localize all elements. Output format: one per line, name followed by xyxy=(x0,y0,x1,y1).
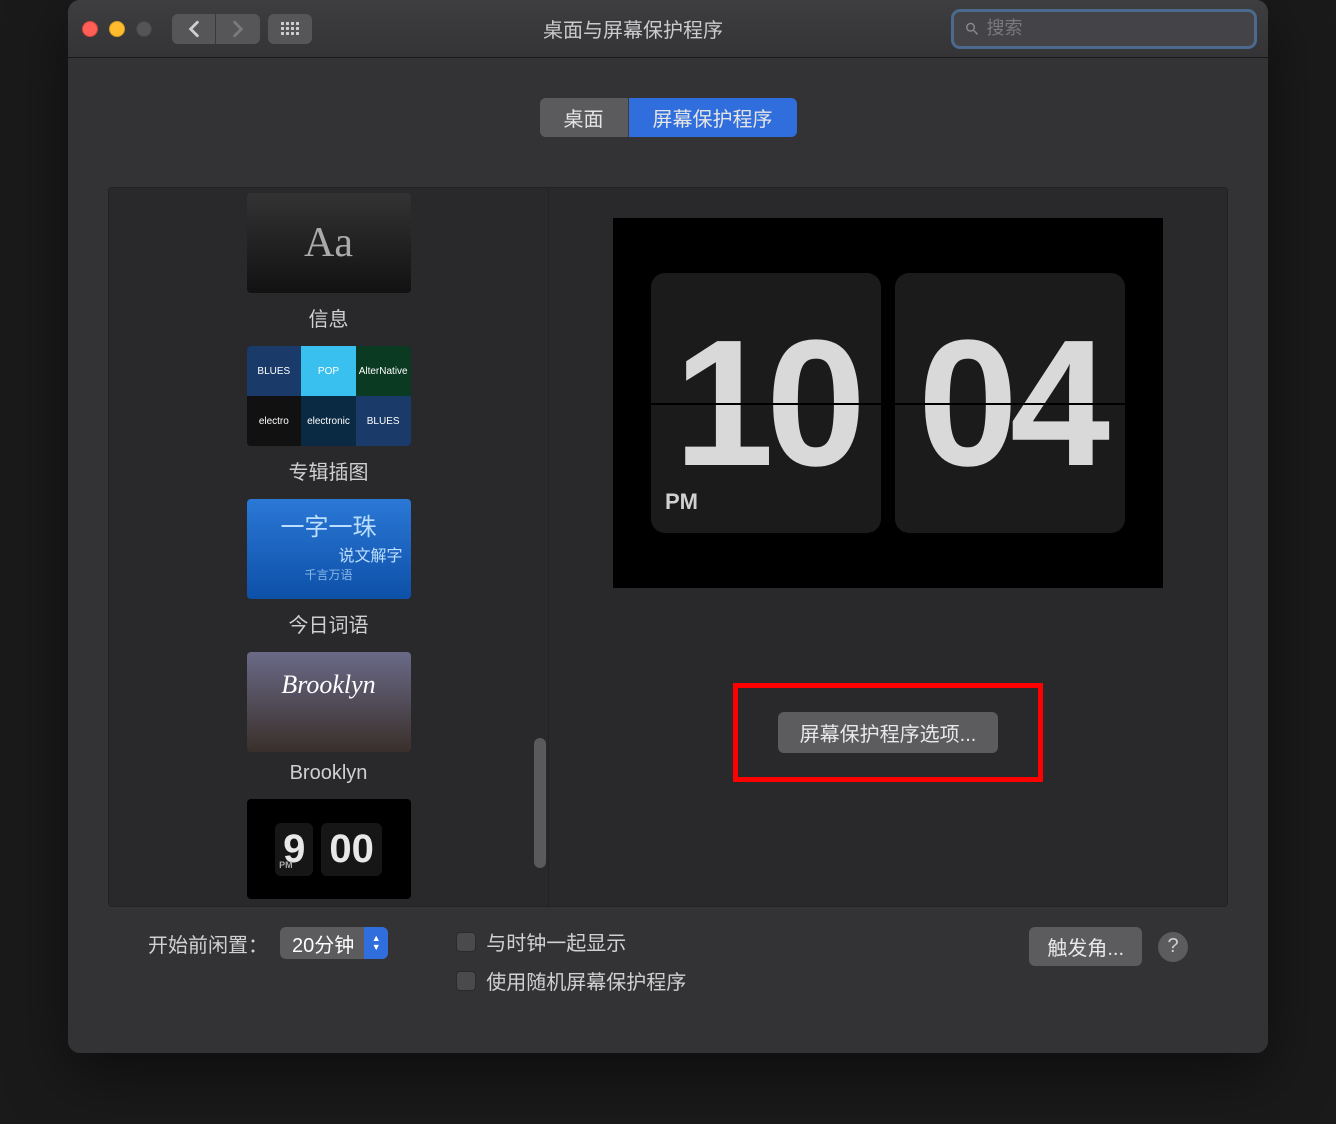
ampm-label: PM xyxy=(665,489,698,515)
list-item[interactable]: Aa 信息 xyxy=(247,193,411,334)
screensaver-list[interactable]: Aa 信息 BLUES POP AlterNative electro elec… xyxy=(109,188,549,906)
list-item-label: 信息 xyxy=(295,301,363,334)
thumbnail-word: 一字一珠 说文解字 千言万语 xyxy=(247,499,411,599)
thumbnail-album: BLUES POP AlterNative electro electronic… xyxy=(247,346,411,446)
list-item[interactable]: 一字一珠 说文解字 千言万语 今日词语 xyxy=(247,499,411,640)
show-all-button[interactable] xyxy=(268,14,312,44)
stepper-arrows-icon: ▲▼ xyxy=(364,927,388,959)
thumbnail-fliqlo: 9 PM 00 xyxy=(247,799,411,899)
list-item[interactable]: 9 PM 00 Fliqlo xyxy=(247,799,411,906)
idle-select[interactable]: 20分钟 ▲▼ xyxy=(280,927,388,959)
minimize-icon[interactable] xyxy=(109,21,125,37)
search-icon xyxy=(964,20,981,38)
screensaver-options-button[interactable]: 屏幕保护程序选项... xyxy=(778,712,999,753)
back-button[interactable] xyxy=(172,14,216,44)
content-area: 桌面 屏幕保护程序 Aa 信息 BLUES POP AlterNative xyxy=(68,58,1268,1053)
flip-clock-hours: 10 PM xyxy=(651,273,881,533)
chevron-right-icon xyxy=(231,20,245,38)
tab-desktop[interactable]: 桌面 xyxy=(540,98,629,137)
search-input[interactable] xyxy=(987,18,1244,39)
list-item[interactable]: BLUES POP AlterNative electro electronic… xyxy=(247,346,411,487)
help-button[interactable]: ? xyxy=(1158,932,1188,962)
idle-value: 20分钟 xyxy=(280,929,364,958)
grid-icon xyxy=(281,22,299,35)
random-checkbox[interactable] xyxy=(456,971,476,991)
flip-clock-minutes: 04 xyxy=(895,273,1125,533)
forward-button xyxy=(216,14,260,44)
options-area: 屏幕保护程序选项... xyxy=(589,588,1187,876)
list-item[interactable]: Brooklyn Brooklyn xyxy=(247,652,411,787)
list-item-label: Brooklyn xyxy=(276,760,382,787)
tab-selector: 桌面 屏幕保护程序 xyxy=(108,98,1228,137)
titlebar: 桌面与屏幕保护程序 xyxy=(68,0,1268,58)
random-row[interactable]: 使用随机屏幕保护程序 xyxy=(456,966,1011,995)
thumbnail-info: Aa xyxy=(247,193,411,293)
nav-buttons xyxy=(172,14,260,44)
thumbnail-brooklyn: Brooklyn xyxy=(247,652,411,752)
screensaver-preview[interactable]: 10 PM 04 xyxy=(613,218,1163,588)
zoom-icon xyxy=(136,21,152,37)
hot-corners-button[interactable]: 触发角... xyxy=(1029,927,1142,966)
tab-screensaver[interactable]: 屏幕保护程序 xyxy=(629,98,797,137)
chevron-left-icon xyxy=(187,20,201,38)
list-item-label: 专辑插图 xyxy=(275,454,383,487)
show-clock-checkbox[interactable] xyxy=(456,932,476,952)
show-clock-label: 与时钟一起显示 xyxy=(486,927,626,956)
list-item-label: 今日词语 xyxy=(275,607,383,640)
window-title: 桌面与屏幕保护程序 xyxy=(312,14,954,43)
preview-panel: 10 PM 04 屏幕保护程序选项... xyxy=(549,188,1227,906)
idle-setting: 开始前闲置： 20分钟 ▲▼ xyxy=(148,927,388,959)
bottom-controls: 开始前闲置： 20分钟 ▲▼ 与时钟一起显示 使用随机屏幕保护程序 触发角... xyxy=(108,907,1228,1023)
window-controls xyxy=(82,21,152,37)
scrollbar[interactable] xyxy=(534,738,546,868)
close-icon[interactable] xyxy=(82,21,98,37)
preferences-window: 桌面与屏幕保护程序 桌面 屏幕保护程序 Aa 信息 xyxy=(68,0,1268,1053)
highlight-box: 屏幕保护程序选项... xyxy=(733,683,1044,782)
random-label: 使用随机屏幕保护程序 xyxy=(486,966,686,995)
search-field[interactable] xyxy=(954,12,1254,46)
idle-label: 开始前闲置： xyxy=(148,929,268,958)
main-panel: Aa 信息 BLUES POP AlterNative electro elec… xyxy=(108,187,1228,907)
show-clock-row[interactable]: 与时钟一起显示 xyxy=(456,927,1011,956)
